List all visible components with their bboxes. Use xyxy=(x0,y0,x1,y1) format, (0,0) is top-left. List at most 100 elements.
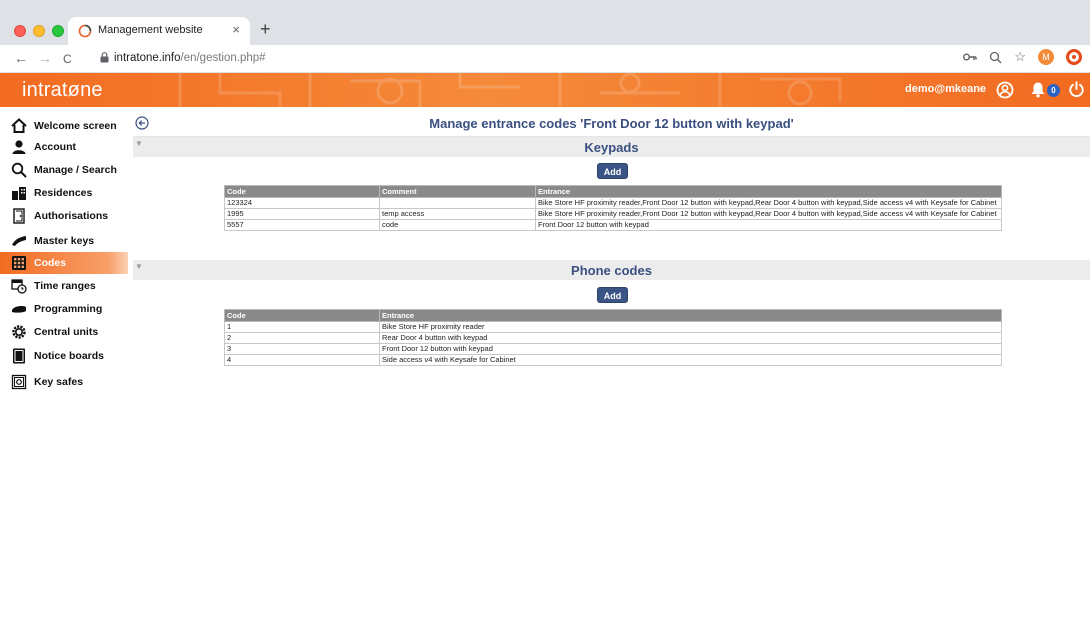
board-icon xyxy=(13,348,25,364)
cell-comment: code xyxy=(379,219,536,231)
table-row[interactable]: 123324 Bike Store HF proximity reader,Fr… xyxy=(224,197,1002,209)
sidebar-item-label: Central units xyxy=(34,326,99,338)
page-title: Manage entrance codes 'Front Door 12 but… xyxy=(429,116,794,131)
browser-tab[interactable]: Management website × xyxy=(68,17,250,45)
column-header-comment[interactable]: Comment xyxy=(379,185,536,198)
cell-code: 2 xyxy=(224,332,380,344)
table-header-row: Code Comment Entrance xyxy=(224,185,1002,198)
password-key-icon[interactable] xyxy=(963,52,978,62)
cell-entrance: Side access v4 with Keysafe for Cabinet xyxy=(379,354,1002,366)
sidebar-item-welcome-screen[interactable]: Welcome screen xyxy=(0,115,128,137)
sidebar-item-master-keys[interactable]: Master keys xyxy=(0,230,128,252)
keypads-title: Keypads xyxy=(584,140,639,155)
cell-code: 3 xyxy=(224,343,380,355)
cell-entrance: Bike Store HF proximity reader xyxy=(379,321,1002,333)
table-row[interactable]: 3 Front Door 12 button with keypad xyxy=(224,343,1002,355)
sidebar-item-label: Time ranges xyxy=(34,280,96,292)
cell-code: 5557 xyxy=(224,219,380,231)
column-header-entrance[interactable]: Entrance xyxy=(379,309,1002,322)
sidebar-item-time-ranges[interactable]: Time ranges xyxy=(0,275,128,297)
sidebar-item-account[interactable]: Account xyxy=(0,136,128,158)
calendar-clock-icon xyxy=(11,279,27,294)
cell-entrance: Front Door 12 button with keypad xyxy=(535,219,1002,231)
search-icon xyxy=(11,162,27,178)
back-circle-icon[interactable] xyxy=(135,116,149,130)
zoom-icon[interactable] xyxy=(989,51,1002,64)
key-icon xyxy=(12,236,26,246)
add-keypad-code-button[interactable]: Add xyxy=(597,163,628,179)
back-arrow-icon[interactable]: ← xyxy=(14,50,28,66)
phone-codes-title: Phone codes xyxy=(571,263,652,278)
sidebar-item-label: Residences xyxy=(34,187,93,199)
app-header: intratøne demo@mkeane 0 xyxy=(0,73,1090,107)
url-host: intratone.info xyxy=(114,52,181,64)
keypads-section-header[interactable]: ▼ Keypads xyxy=(133,137,1090,157)
column-header-code[interactable]: Code xyxy=(224,309,380,322)
keypad-codes-table: Code Comment Entrance 123324 Bike Store … xyxy=(224,185,1002,231)
add-phone-code-button[interactable]: Add xyxy=(597,287,628,303)
window-minimize-button[interactable] xyxy=(33,25,45,37)
cell-entrance: Bike Store HF proximity reader,Front Doo… xyxy=(535,208,1002,220)
sidebar-item-key-safes[interactable]: Key safes xyxy=(0,371,128,393)
sidebar-item-manage-search[interactable]: Manage / Search xyxy=(0,159,128,181)
bookmark-star-icon[interactable]: ☆ xyxy=(1014,49,1026,65)
safe-icon xyxy=(11,374,27,390)
new-tab-button[interactable]: + xyxy=(260,19,271,40)
sidebar-item-label: Manage / Search xyxy=(34,164,117,176)
profile-avatar[interactable]: M xyxy=(1038,49,1054,65)
browser-tab-bar: Management website × + xyxy=(0,0,1090,45)
table-row[interactable]: 1 Bike Store HF proximity reader xyxy=(224,321,1002,333)
sidebar-item-label: Account xyxy=(34,141,76,153)
sidebar-item-label: Master keys xyxy=(34,235,95,247)
table-row[interactable]: 4 Side access v4 with Keysafe for Cabine… xyxy=(224,354,1002,366)
intratone-logo[interactable]: intratøne xyxy=(22,79,103,102)
site-favicon-icon xyxy=(78,24,92,38)
cell-entrance: Rear Door 4 button with keypad xyxy=(379,332,1002,344)
cell-code: 1 xyxy=(224,321,380,333)
sidebar-item-label: Programming xyxy=(34,303,103,315)
sidebar-item-notice-boards[interactable]: Notice boards xyxy=(0,345,128,367)
extension-icon[interactable] xyxy=(1066,49,1082,65)
door-icon xyxy=(13,208,25,224)
cell-comment xyxy=(379,197,536,209)
user-icon xyxy=(12,140,26,154)
sidebar-item-authorisations[interactable]: Authorisations xyxy=(0,205,128,227)
table-header-row: Code Entrance xyxy=(224,309,1002,322)
sidebar-item-residences[interactable]: Residences xyxy=(0,182,128,204)
logout-power-icon[interactable] xyxy=(1068,81,1085,98)
table-row[interactable]: 1995 temp access Bike Store HF proximity… xyxy=(224,208,1002,220)
window-close-button[interactable] xyxy=(14,25,26,37)
address-bar: ← → C intratone.info/en/gestion.php# ☆ M xyxy=(0,45,1090,73)
notifications-count-badge[interactable]: 0 xyxy=(1047,84,1060,97)
window-zoom-button[interactable] xyxy=(52,25,64,37)
table-row[interactable]: 5557 code Front Door 12 button with keyp… xyxy=(224,219,1002,231)
column-header-entrance[interactable]: Entrance xyxy=(535,185,1002,198)
sidebar-item-codes[interactable]: Codes xyxy=(0,252,128,274)
cell-code: 123324 xyxy=(224,197,380,209)
username-label[interactable]: demo@mkeane xyxy=(905,83,986,95)
phone-codes-section-header[interactable]: ▼ Phone codes xyxy=(133,260,1090,280)
keypad-icon xyxy=(12,256,26,270)
cell-code: 4 xyxy=(224,354,380,366)
sidebar-item-label: Key safes xyxy=(34,376,84,388)
building-icon xyxy=(12,187,26,200)
tab-title: Management website xyxy=(98,24,203,36)
sidebar-item-programming[interactable]: Programming xyxy=(0,298,128,320)
notifications-bell-icon[interactable] xyxy=(1030,81,1046,98)
sidebar-item-central-units[interactable]: Central units xyxy=(0,321,128,343)
gear-icon xyxy=(12,325,26,339)
column-header-code[interactable]: Code xyxy=(224,185,380,198)
table-row[interactable]: 2 Rear Door 4 button with keypad xyxy=(224,332,1002,344)
home-icon xyxy=(11,118,27,133)
url-field[interactable]: intratone.info/en/gestion.php# xyxy=(114,52,266,64)
lock-icon[interactable] xyxy=(100,52,109,63)
sidebar-item-label: Authorisations xyxy=(34,210,109,222)
tab-close-icon[interactable]: × xyxy=(232,22,240,37)
url-path: /en/gestion.php# xyxy=(180,52,266,64)
user-account-icon[interactable] xyxy=(996,81,1014,99)
reload-icon[interactable]: C xyxy=(63,52,72,66)
sidebar-item-label: Codes xyxy=(34,257,67,269)
sidebar-item-label: Welcome screen xyxy=(34,120,117,132)
cell-entrance: Front Door 12 button with keypad xyxy=(379,343,1002,355)
forward-arrow-icon[interactable]: → xyxy=(38,50,52,66)
